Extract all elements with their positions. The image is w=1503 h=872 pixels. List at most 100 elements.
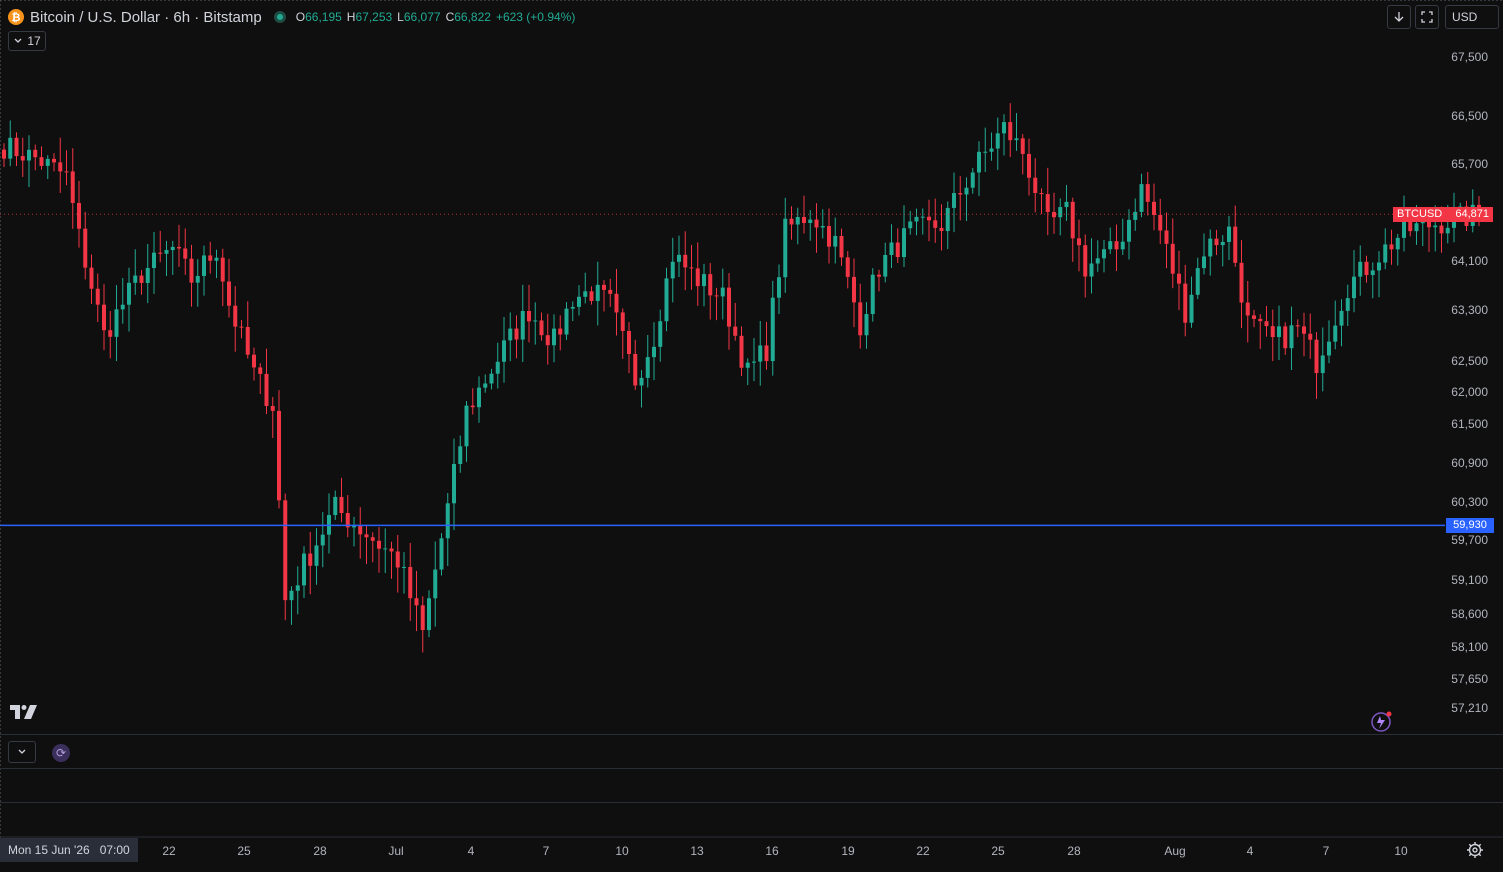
- candle: [1127, 209, 1131, 260]
- candle-body: [1264, 321, 1269, 327]
- candle: [470, 388, 475, 415]
- candle-body: [164, 250, 169, 254]
- candle-body: [445, 503, 450, 539]
- candle: [2, 143, 6, 168]
- symbol-title[interactable]: Bitcoin / U.S. Dollar · 6h · Bitstamp: [30, 9, 262, 26]
- gear-icon[interactable]: [1466, 841, 1484, 859]
- time-axis-label: 13: [690, 844, 704, 858]
- candle-body: [1070, 201, 1075, 239]
- candle-body: [389, 548, 394, 552]
- candle-body: [570, 306, 575, 309]
- refresh-icon[interactable]: ⟳: [52, 744, 70, 762]
- candle: [589, 286, 594, 305]
- time-axis-label: 4: [468, 844, 475, 858]
- candle-body: [39, 157, 44, 166]
- price-axis-label: 65,700: [1451, 157, 1488, 171]
- candle-body: [45, 158, 50, 166]
- candle: [1027, 138, 1031, 196]
- tradingview-logo-icon[interactable]: [10, 704, 42, 720]
- candle: [595, 261, 600, 326]
- candle-body: [945, 207, 950, 232]
- candle: [1258, 314, 1263, 349]
- candle-body: [1083, 245, 1088, 277]
- candle: [189, 244, 194, 307]
- candle: [1277, 305, 1281, 361]
- candle: [214, 249, 219, 279]
- candle: [408, 542, 413, 621]
- candle: [433, 541, 438, 627]
- indicators-toggle-button[interactable]: 17: [8, 31, 46, 51]
- candle: [1220, 235, 1225, 267]
- candle: [414, 570, 419, 632]
- download-button[interactable]: [1387, 5, 1411, 29]
- candle-body: [252, 354, 256, 368]
- candle-body: [1027, 153, 1031, 178]
- candle: [52, 153, 56, 172]
- candle: [308, 531, 313, 595]
- pane-divider[interactable]: [0, 734, 1503, 735]
- pane-collapse-button[interactable]: [8, 741, 36, 763]
- candle-body: [1395, 237, 1400, 250]
- candle: [789, 206, 794, 240]
- currency-selector[interactable]: USD: [1445, 5, 1499, 29]
- candle: [439, 533, 444, 576]
- candle: [683, 231, 688, 291]
- candle-body: [689, 267, 694, 269]
- candle-body: [520, 311, 525, 340]
- candle: [358, 507, 363, 559]
- candle-body: [502, 340, 506, 362]
- candle-body: [20, 156, 25, 161]
- candle-body: [1014, 138, 1019, 141]
- high-value: 67,253: [355, 10, 393, 24]
- candle: [1270, 309, 1275, 362]
- pane-divider[interactable]: [0, 802, 1503, 803]
- candle: [1389, 229, 1394, 265]
- candle: [783, 197, 788, 293]
- candle-body: [783, 218, 788, 278]
- time-axis[interactable]: 22 25 28 Jul 4 7 10 13 16 19 22 25 28 Aug 4 7 10: [162, 844, 1408, 858]
- ai-assistant-icon[interactable]: [1367, 709, 1395, 735]
- price-axis-label: 60,300: [1451, 495, 1488, 509]
- candlestick-chart[interactable]: 67,500 66,500 65,700 64,100 63,300 62,500 62,0…: [0, 0, 1503, 872]
- candle: [39, 146, 44, 170]
- candle-body: [633, 354, 638, 386]
- last-price-tag: BTCUSD 64,871: [1393, 206, 1493, 222]
- candle: [795, 207, 800, 245]
- candle-body: [133, 275, 138, 283]
- open-key: O: [295, 10, 306, 24]
- candle: [558, 315, 563, 351]
- fullscreen-button[interactable]: [1415, 5, 1439, 29]
- candle: [177, 224, 181, 267]
- candle: [833, 217, 838, 264]
- candle-body: [814, 219, 819, 228]
- candle-body: [1233, 226, 1238, 263]
- pane-divider[interactable]: [0, 768, 1503, 769]
- candle: [1108, 227, 1113, 254]
- candle-body: [627, 330, 631, 355]
- candle-body: [145, 268, 150, 283]
- candle-body: [539, 320, 544, 336]
- candle: [1177, 250, 1181, 311]
- candle-body: [2, 149, 6, 159]
- market-status-icon[interactable]: [273, 11, 286, 23]
- candle-body: [777, 277, 781, 298]
- candle-body: [114, 309, 119, 337]
- candle-body: [264, 373, 269, 406]
- candle: [1089, 238, 1094, 294]
- candle-body: [1114, 241, 1119, 250]
- candle: [670, 237, 675, 303]
- candle: [239, 320, 244, 339]
- candle: [102, 284, 106, 351]
- candle: [1158, 198, 1163, 245]
- candle-body: [652, 346, 656, 358]
- candle: [702, 263, 706, 307]
- candle-body: [1058, 207, 1063, 218]
- candle: [95, 273, 100, 323]
- candle: [477, 376, 481, 423]
- candle-body: [8, 137, 13, 159]
- price-axis[interactable]: 67,500 66,500 65,700 64,100 63,300 62,500 62,0…: [1451, 50, 1488, 715]
- candle-body: [552, 328, 556, 346]
- candle-body: [1033, 177, 1038, 194]
- time-axis-label: 28: [1067, 844, 1081, 858]
- time-axis-label: Jul: [388, 844, 403, 858]
